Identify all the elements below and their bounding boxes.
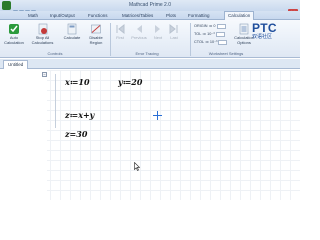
stop-all-label: Stop All Calculations [31,35,54,45]
worksheet-settings-group-label: Worksheet Settings [208,51,244,56]
tol-dropdown[interactable] [215,31,225,37]
document-tab-bar: Untitled [0,59,300,69]
tab-calculation[interactable]: Calculation [224,11,255,20]
previous-label: Previous [131,35,147,40]
ctol-value[interactable]: 10⁻³ [210,40,218,44]
auto-calculation-button[interactable]: Auto Calculation [2,23,26,49]
ribbon-separator [110,23,111,56]
origin-dropdown[interactable] [216,23,226,29]
worksheet-canvas[interactable]: − x≔10 y≔20 z≔x+y z=30 [0,70,300,200]
math-region-z-definition[interactable]: z≔x+y [65,110,94,120]
ctol-setting[interactable]: CTOL ≔ 10⁻³ [194,39,228,46]
last-arrow-icon [169,23,178,35]
tol-setting[interactable]: TOL ≔ 10⁻³ [194,31,228,38]
tol-label: TOL ≔ [194,32,207,36]
math-region-y-definition[interactable]: y≔20 [118,77,142,87]
collapse-area-button[interactable]: − [42,72,47,77]
ptc-logo-text: PTC [252,21,277,35]
stop-icon [38,23,47,35]
ribbon-tab-bar: Math Input/Output Functions Matrices/Tab… [0,11,300,20]
quick-access-toolbar [13,2,41,15]
mathcad-window: Mathcad Prime 2.0 –□✕ Math Input/Output … [0,0,300,200]
math-expression: y≔20 [118,77,143,87]
math-expression: x≔10 [65,77,90,87]
tol-value[interactable]: 10⁻³ [207,32,215,36]
last-label: Last [170,35,178,40]
calculate-label: Calculate [63,35,81,40]
ctol-dropdown[interactable] [218,39,228,45]
auto-calculation-icon [9,24,19,34]
disable-region-label: Disable Region [89,35,103,45]
first-arrow-icon [116,23,125,35]
window-title: Mathcad Prime 2.0 [129,2,171,8]
next-arrow-icon [155,25,160,33]
stop-all-calculations-button[interactable]: Stop All Calculations [29,23,56,49]
title-bar: Mathcad Prime 2.0 –□✕ [0,0,300,17]
tab-functions[interactable]: Functions [88,11,108,20]
auto-calculation-label: Auto Calculation [4,35,24,45]
last-error-button[interactable]: Last [166,23,182,49]
ribbon-separator [190,23,191,56]
next-error-button[interactable]: Next [150,23,166,49]
tab-formatting[interactable]: Formatting [188,11,210,20]
math-region-z-result[interactable]: z=30 [65,129,87,139]
window-controls: –□✕ [265,1,298,17]
tab-matrices-tables[interactable]: Matrices/Tables [122,11,153,20]
ctol-label: CTOL ≔ [194,40,209,44]
controls-group-label: Controls [47,51,63,56]
worksheet-margin [0,70,47,200]
error-tracing-group-label: Error Tracing [135,51,159,56]
first-error-button[interactable]: First [112,23,128,49]
ptc-logo: PTC 双语社区 [252,22,298,52]
origin-setting[interactable]: ORIGIN ≔ 0 [194,23,228,30]
mouse-pointer-icon [134,162,140,171]
crosshair-cursor-icon [153,111,162,120]
math-expression: z=30 [65,129,88,139]
origin-value[interactable]: 0 [213,24,215,28]
calculation-options-icon [239,23,249,35]
disable-region-button[interactable]: Disable Region [83,23,109,49]
tab-plots[interactable]: Plots [166,11,176,20]
calculate-button[interactable]: Calculate [60,23,84,49]
app-icon[interactable] [2,1,11,10]
calculate-icon [67,23,77,35]
first-label: First [116,35,124,40]
math-region-x-definition[interactable]: x≔10 [65,77,90,87]
math-expression: z≔x+y [65,110,95,120]
previous-error-button[interactable]: Previous [128,23,150,49]
origin-label: ORIGIN ≔ [194,24,213,28]
tab-input-output[interactable]: Input/Output [50,11,75,20]
next-label: Next [153,35,163,40]
tab-math[interactable]: Math [28,11,38,20]
disable-region-icon [91,24,101,34]
previous-arrow-icon [137,25,142,33]
document-tab-untitled[interactable]: Untitled [3,60,29,69]
